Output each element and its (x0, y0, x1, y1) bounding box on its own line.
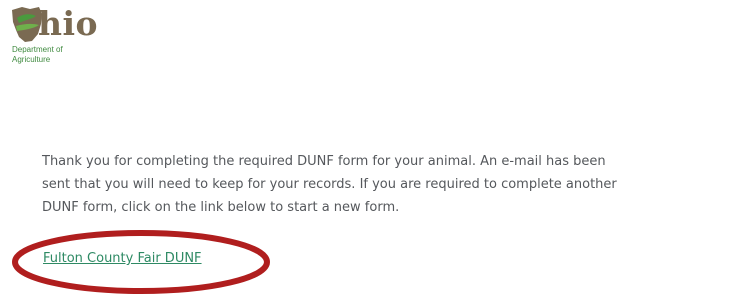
confirmation-message-line1: Thank you for completing the required DU… (42, 154, 606, 169)
new-form-link[interactable]: Fulton County Fair DUNF (43, 250, 202, 268)
logo-subtitle: Department of Agriculture (12, 45, 63, 65)
confirmation-message: Thank you for completing the required DU… (42, 150, 732, 219)
logo-subtitle-line1: Department of (12, 45, 63, 54)
ohio-agriculture-logo: hio Department of Agriculture (8, 4, 148, 68)
confirmation-message-line2: sent that you will need to keep for your… (42, 177, 617, 192)
logo-subtitle-line2: Agriculture (12, 55, 51, 64)
logo-wordmark: hio (38, 4, 99, 43)
confirmation-message-line3: DUNF form, click on the link below to st… (42, 200, 400, 215)
